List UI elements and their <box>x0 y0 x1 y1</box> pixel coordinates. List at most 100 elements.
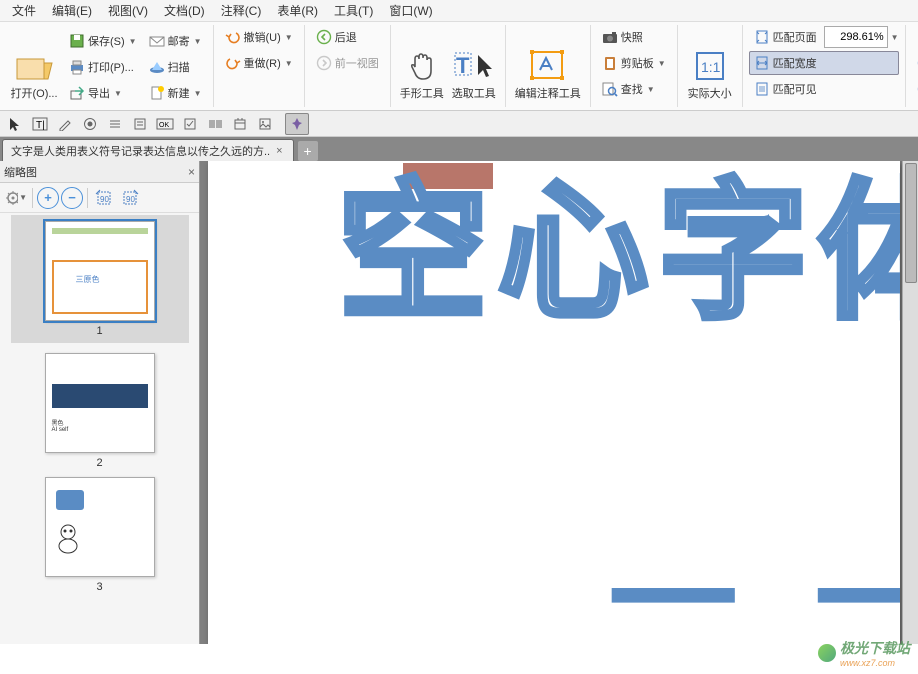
dropdown-icon: ▼ <box>194 89 202 98</box>
page-text-bottom: 一 一 <box>608 496 900 644</box>
menu-view[interactable]: 视图(V) <box>100 0 156 21</box>
scrollbar-thumb[interactable] <box>905 163 917 283</box>
sidebar-close-icon[interactable]: × <box>188 165 195 179</box>
svg-text:OK: OK <box>159 122 169 129</box>
page-number: 3 <box>96 581 102 593</box>
lines-tool[interactable] <box>103 113 127 135</box>
sidebar-options-button[interactable]: ▼ <box>4 186 28 210</box>
printer-icon <box>69 59 85 75</box>
barcode-tool[interactable] <box>203 113 227 135</box>
actual-size-button[interactable]: 1:1 实际大小 <box>684 25 736 105</box>
undo-button[interactable]: 撤销(U)▼ <box>220 25 298 49</box>
zoom-input[interactable] <box>824 26 888 48</box>
sidebar-rotate-cw[interactable]: 90 <box>118 186 142 210</box>
main-viewport[interactable]: 空心字体 一 一 <box>200 161 918 644</box>
save-button[interactable]: 保存(S)▼ <box>64 29 142 53</box>
vertical-scrollbar[interactable] <box>902 161 918 644</box>
sidebar-zoom-out[interactable]: − <box>61 187 83 209</box>
page-number: 1 <box>96 325 102 337</box>
tab-close-icon[interactable]: × <box>274 145 284 157</box>
menu-file[interactable]: 文件 <box>4 0 44 21</box>
back-icon <box>316 29 332 45</box>
redo-button[interactable]: 重做(R)▼ <box>220 51 298 75</box>
mail-button[interactable]: 邮寄▼ <box>144 29 207 53</box>
image-tool[interactable] <box>253 113 277 135</box>
hand-tool-button[interactable]: 手形工具 <box>397 25 447 105</box>
content-area: 缩略图 × ▼ + − 90 90 三原色 1 黑色AI self 2 3 <box>0 161 918 644</box>
sidebar-zoom-in[interactable]: + <box>37 187 59 209</box>
dropdown-icon[interactable]: ▼ <box>891 33 899 42</box>
menu-comment[interactable]: 注释(C) <box>213 0 270 21</box>
document-tab[interactable]: 文字是人类用表义符号记录表达信息以传之久远的方.. × <box>2 139 294 161</box>
dropdown-icon: ▼ <box>114 89 122 98</box>
dropdown-icon: ▼ <box>647 85 655 94</box>
radio-tool[interactable] <box>78 113 102 135</box>
fit-width-button[interactable]: 匹配宽度 <box>749 51 899 75</box>
toolbar-main: 打开(O)... 保存(S)▼ 打印(P)... 导出▼ 邮寄▼ 扫描 新建▼ … <box>0 22 918 111</box>
document-page: 空心字体 一 一 <box>208 161 900 644</box>
dropdown-icon: ▼ <box>658 59 666 68</box>
svg-text:90: 90 <box>126 195 135 204</box>
search-icon <box>602 81 618 97</box>
open-button[interactable]: 打开(O)... <box>6 25 62 105</box>
menu-document[interactable]: 文档(D) <box>156 0 213 21</box>
watermark: 极光下载站 www.xz7.com <box>818 638 910 668</box>
fit-page-button[interactable]: 匹配页面 <box>749 25 822 49</box>
zoom-tool-button[interactable]: 缩放工 <box>912 25 918 49</box>
camera-icon <box>602 29 618 45</box>
clipboard-button[interactable]: 剪贴板▼ <box>597 51 671 75</box>
svg-text:1:1: 1:1 <box>701 59 721 75</box>
tab-title: 文字是人类用表义符号记录表达信息以传之久远的方.. <box>11 143 270 159</box>
annotation-icon <box>528 46 568 86</box>
text-tool[interactable]: T| <box>28 113 52 135</box>
calendar-tool[interactable] <box>228 113 252 135</box>
hand-icon <box>402 46 442 86</box>
back-button[interactable]: 后退 <box>311 25 384 49</box>
find-button[interactable]: 查找▼ <box>597 77 671 101</box>
new-file-icon <box>149 85 165 101</box>
svg-text:90: 90 <box>100 195 109 204</box>
prevview-button[interactable]: 前一视图 <box>311 51 384 75</box>
actual-size-icon: 1:1 <box>690 46 730 86</box>
undo-icon <box>225 29 241 45</box>
pin-tool[interactable] <box>285 113 309 135</box>
edit-annotation-button[interactable]: 编辑注释工具 <box>512 25 584 105</box>
menu-form[interactable]: 表单(R) <box>269 0 326 21</box>
zoom-input-group: ▼ <box>824 26 899 48</box>
print-button[interactable]: 打印(P)... <box>64 55 142 79</box>
ok-tool[interactable]: OK <box>153 113 177 135</box>
watermark-url: www.xz7.com <box>840 658 910 668</box>
menu-tools[interactable]: 工具(T) <box>326 0 381 21</box>
tab-add-button[interactable]: + <box>298 141 318 161</box>
thumbnail-3[interactable]: 3 <box>45 477 155 593</box>
dropdown-icon: ▼ <box>285 59 293 68</box>
thumbnail-1[interactable]: 三原色 1 <box>11 215 189 343</box>
sidebar-rotate-ccw[interactable]: 90 <box>92 186 116 210</box>
pointer-tool[interactable] <box>3 113 27 135</box>
thumbnail-2[interactable]: 黑色AI self 2 <box>45 353 155 469</box>
folder-open-icon <box>14 46 54 86</box>
fit-visible-button[interactable]: 匹配可见 <box>749 77 899 101</box>
check-tool[interactable] <box>178 113 202 135</box>
scan-button[interactable]: 扫描 <box>144 55 207 79</box>
thumbnails-sidebar: 缩略图 × ▼ + − 90 90 三原色 1 黑色AI self 2 3 <box>0 161 200 644</box>
thumbnails-list: 三原色 1 黑色AI self 2 3 <box>0 213 199 644</box>
new-button[interactable]: 新建▼ <box>144 81 207 105</box>
scanner-icon <box>149 59 165 75</box>
tabbar: 文字是人类用表义符号记录表达信息以传之久远的方.. × + <box>0 137 918 161</box>
zoom-out-button[interactable]: 缩小 <box>912 77 918 101</box>
svg-text:T: T <box>456 53 470 78</box>
select-tool-button[interactable]: T 选取工具 <box>449 25 499 105</box>
pencil-tool[interactable] <box>53 113 77 135</box>
sidebar-header: 缩略图 × <box>0 161 199 183</box>
menubar: 文件 编辑(E) 视图(V) 文档(D) 注释(C) 表单(R) 工具(T) 窗… <box>0 0 918 22</box>
dropdown-icon: ▼ <box>285 33 293 42</box>
zoom-in-button[interactable]: 放大 <box>912 51 918 75</box>
select-icon: T <box>454 46 494 86</box>
fit-page-icon <box>754 29 770 45</box>
menu-window[interactable]: 窗口(W) <box>381 0 440 21</box>
form-tool[interactable] <box>128 113 152 135</box>
export-button[interactable]: 导出▼ <box>64 81 142 105</box>
menu-edit[interactable]: 编辑(E) <box>44 0 100 21</box>
snapshot-button[interactable]: 快照 <box>597 25 671 49</box>
